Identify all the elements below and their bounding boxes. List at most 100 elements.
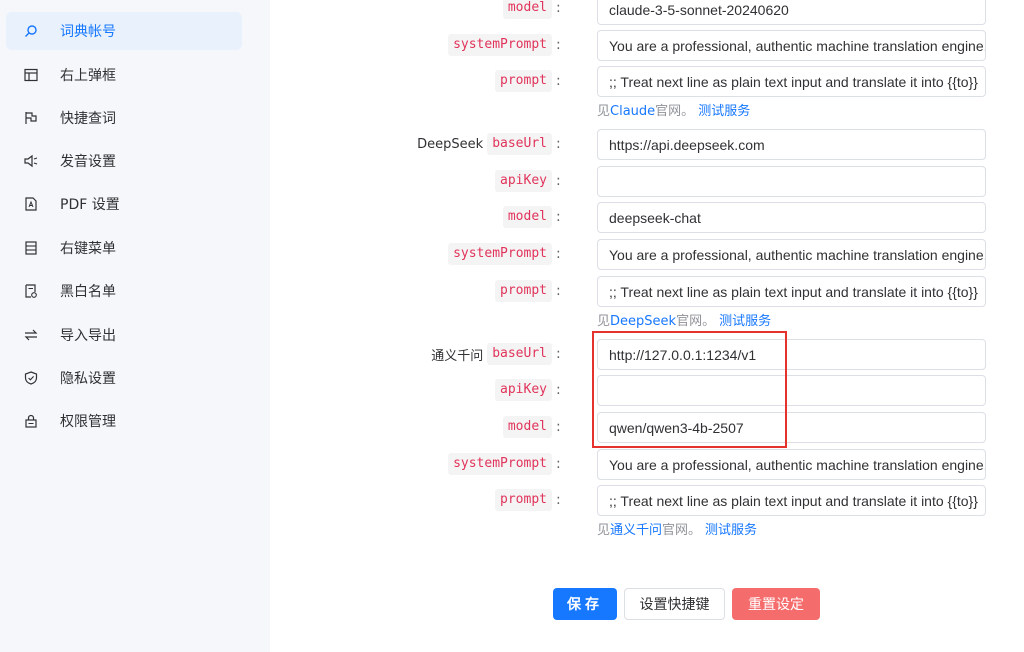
sidebar-item-blacklist[interactable]: 黑白名单 <box>6 272 242 310</box>
flag-icon <box>24 111 38 125</box>
model-tag: model <box>502 416 552 438</box>
deepseek-test-service-link[interactable]: 测试服务 <box>719 314 771 329</box>
deepseek-website-link[interactable]: DeepSeek <box>610 314 676 329</box>
claude-systemprompt-field[interactable] <box>597 30 986 61</box>
tongyi-help-text: 见通义千问官网。 测试服务 <box>597 523 758 538</box>
colon: : <box>556 209 561 225</box>
tongyi-baseurl-field[interactable] <box>597 339 986 370</box>
sidebar-item-label: 隐私设置 <box>60 371 116 387</box>
tongyi-apikey-field[interactable] <box>597 375 986 406</box>
deepseek-apikey-field[interactable] <box>597 166 986 197</box>
list-check-icon <box>24 284 38 298</box>
search-icon <box>24 24 38 38</box>
sidebar-item-label: 发音设置 <box>60 154 116 170</box>
deepseek-help-text: 见DeepSeek官网。 测试服务 <box>597 314 772 329</box>
sidebar-item-privacy[interactable]: 隐私设置 <box>6 359 242 397</box>
tongyi-prompt-input[interactable] <box>609 492 985 509</box>
sidebar-item-pronunciation[interactable]: 发音设置 <box>6 142 242 180</box>
deepseek-baseurl-input[interactable] <box>609 136 985 153</box>
deepseek-prompt-label: prompt : <box>495 279 564 303</box>
tongyi-apikey-label: apiKey : <box>495 378 564 402</box>
model-tag: model <box>502 206 552 228</box>
sidebar-item-label: PDF 设置 <box>60 197 120 213</box>
deepseek-model-input[interactable] <box>609 209 985 226</box>
apikey-tag: apiKey <box>495 170 552 192</box>
speaker-icon <box>24 154 38 168</box>
sidebar-item-context-menu[interactable]: 右键菜单 <box>6 229 242 267</box>
prompt-tag: prompt <box>495 70 552 92</box>
systemprompt-tag: systemPrompt <box>448 34 552 56</box>
deepseek-prompt-field[interactable] <box>597 276 986 307</box>
sidebar-item-label: 导入导出 <box>60 328 116 344</box>
sidebar-item-dictionary-account[interactable]: 词典帐号 <box>6 12 242 50</box>
sidebar-item-import-export[interactable]: 导入导出 <box>6 316 242 354</box>
colon: : <box>556 346 561 362</box>
menu-list-icon <box>24 241 38 255</box>
sidebar-item-pdf-settings[interactable]: PDF 设置 <box>6 185 242 223</box>
colon: : <box>556 73 561 89</box>
tongyi-prompt-label: prompt : <box>495 488 564 512</box>
colon: : <box>556 136 561 152</box>
tongyi-website-link[interactable]: 通义千问 <box>610 523 662 538</box>
colon: : <box>556 382 561 398</box>
claude-systemprompt-input[interactable] <box>609 37 985 54</box>
tongyi-systemprompt-input[interactable] <box>609 456 985 473</box>
claude-prompt-field[interactable] <box>597 66 986 97</box>
sidebar-item-permissions[interactable]: 权限管理 <box>6 402 242 440</box>
model-tag: model <box>502 0 552 19</box>
sidebar-item-label: 右键菜单 <box>60 241 116 257</box>
sidebar-item-label: 权限管理 <box>60 414 116 430</box>
claude-website-link[interactable]: Claude <box>610 104 655 119</box>
panel-icon <box>24 68 38 82</box>
tongyi-systemprompt-label: systemPrompt : <box>448 452 564 476</box>
baseurl-tag: baseUrl <box>487 133 552 155</box>
deepseek-systemprompt-field[interactable] <box>597 239 986 270</box>
lock-icon <box>24 414 38 428</box>
tongyi-baseurl-label: 通义千问 baseUrl : <box>431 342 564 366</box>
tongyi-prompt-field[interactable] <box>597 485 986 516</box>
colon: : <box>556 419 561 435</box>
claude-help-text: 见Claude官网。 测试服务 <box>597 104 751 119</box>
sidebar-item-popup[interactable]: 右上弹框 <box>6 56 242 94</box>
sidebar-item-quick-lookup[interactable]: 快捷查词 <box>6 99 242 137</box>
save-button[interactable]: 保存 <box>553 588 617 620</box>
swap-icon <box>24 328 38 342</box>
deepseek-systemprompt-input[interactable] <box>609 246 985 263</box>
claude-model-field[interactable] <box>597 0 986 25</box>
sidebar-item-label: 快捷查词 <box>60 111 116 127</box>
deepseek-model-label: model : <box>502 205 564 229</box>
claude-test-service-link[interactable]: 测试服务 <box>698 104 750 119</box>
colon: : <box>556 492 561 508</box>
sidebar-item-label: 右上弹框 <box>60 68 116 84</box>
prompt-tag: prompt <box>495 280 552 302</box>
systemprompt-tag: systemPrompt <box>448 453 552 475</box>
tongyi-model-field[interactable] <box>597 412 986 443</box>
tongyi-model-label: model : <box>502 415 564 439</box>
deepseek-baseurl-field[interactable] <box>597 129 986 160</box>
systemprompt-tag: systemPrompt <box>448 243 552 265</box>
apikey-tag: apiKey <box>495 379 552 401</box>
tongyi-test-service-link[interactable]: 测试服务 <box>705 523 757 538</box>
provider-name: DeepSeek <box>417 136 484 152</box>
set-shortcut-button[interactable]: 设置快捷键 <box>624 588 725 620</box>
deepseek-apikey-input[interactable] <box>609 173 985 190</box>
claude-model-input[interactable] <box>609 1 985 18</box>
deepseek-baseurl-label: DeepSeek baseUrl : <box>417 132 564 156</box>
provider-name: 通义千问 <box>431 348 484 364</box>
colon: : <box>556 37 561 53</box>
baseurl-tag: baseUrl <box>487 343 552 365</box>
tongyi-apikey-input[interactable] <box>609 382 985 399</box>
tongyi-baseurl-input[interactable] <box>609 346 985 363</box>
tongyi-model-input[interactable] <box>609 419 985 436</box>
deepseek-prompt-input[interactable] <box>609 283 985 300</box>
colon: : <box>556 173 561 189</box>
colon: : <box>556 456 561 472</box>
deepseek-model-field[interactable] <box>597 202 986 233</box>
claude-prompt-input[interactable] <box>609 73 985 90</box>
tongyi-systemprompt-field[interactable] <box>597 449 986 480</box>
colon: : <box>556 0 561 16</box>
reset-settings-button[interactable]: 重置设定 <box>732 588 820 620</box>
claude-systemprompt-label: systemPrompt : <box>448 33 564 57</box>
deepseek-systemprompt-label: systemPrompt : <box>448 242 564 266</box>
colon: : <box>556 246 561 262</box>
